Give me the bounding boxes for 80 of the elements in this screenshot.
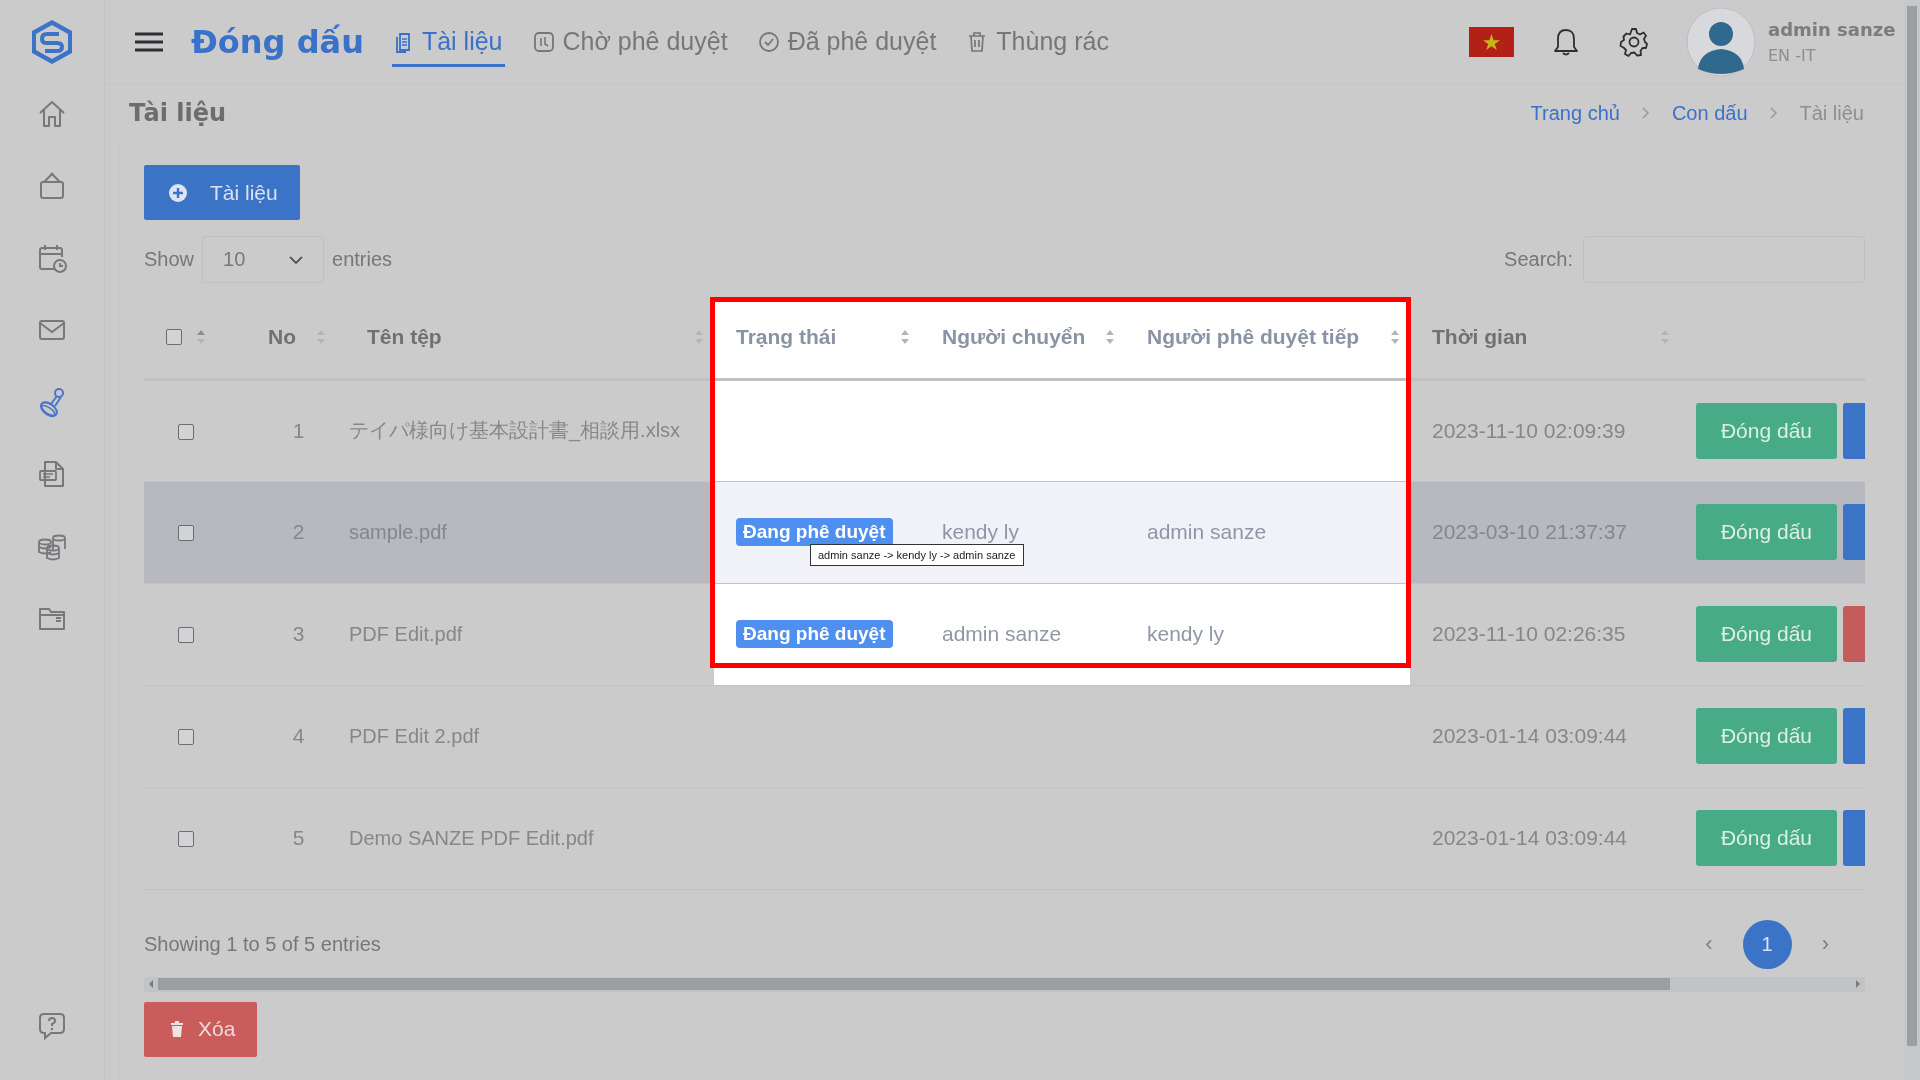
chevron-down-icon: [289, 255, 304, 264]
table-cell: PDF Edit.pdf: [349, 622, 463, 645]
row-checkbox[interactable]: [178, 831, 194, 848]
entries-select[interactable]: 10: [202, 236, 325, 283]
app-title: Đóng dấu: [191, 23, 364, 61]
table-cell: 1: [292, 418, 305, 442]
column-header[interactable]: Trạng thái: [736, 325, 837, 350]
row-checkbox[interactable]: [178, 729, 194, 746]
tooltip: admin sanze -> kendy ly -> admin sanze: [810, 543, 1024, 566]
table-cell: 2023-01-14 03:09:44: [1432, 826, 1627, 849]
table-cell: admin sanze: [942, 622, 1062, 645]
stamp-button[interactable]: Đóng dấu: [1696, 708, 1837, 764]
menu-icon: [135, 31, 163, 53]
stamp-button[interactable]: Đóng dấu: [1696, 810, 1837, 866]
column-header[interactable]: Tên tệp: [367, 325, 442, 350]
row-checkbox[interactable]: [178, 627, 194, 644]
breadcrumb-link[interactable]: Trang chủ: [1530, 101, 1620, 125]
table-cell: Demo SANZE PDF Edit.pdf: [349, 826, 594, 849]
table-cell: 2023-01-14 03:09:44: [1432, 724, 1627, 747]
avatar[interactable]: [1686, 7, 1756, 77]
entries-label: entries: [332, 248, 393, 271]
search-label: Search:: [1504, 248, 1573, 271]
column-header[interactable]: No: [268, 325, 296, 350]
delete-button[interactable]: Xóa: [144, 1001, 258, 1057]
table-cell: admin sanze: [1147, 520, 1267, 543]
status-badge: Đang phê duyệt: [736, 518, 893, 546]
select-all-checkbox[interactable]: [166, 329, 182, 346]
table-cell: テイパ様向け基本設計書_相談用.xlsx: [349, 419, 681, 441]
row-checkbox[interactable]: [178, 423, 194, 440]
action-button[interactable]: [1843, 402, 1865, 459]
nav-tab[interactable]: Tài liệu: [391, 17, 505, 67]
user-name: admin sanze: [1768, 19, 1897, 40]
table-cell: PDF Edit 2.pdf: [349, 724, 480, 747]
plus-circle-icon: [168, 182, 188, 203]
pending-icon: [532, 30, 555, 53]
nav-tab[interactable]: Đã phê duyệt: [755, 17, 939, 67]
previous-page-button[interactable]: ‹: [1699, 931, 1719, 957]
menu-button[interactable]: [135, 31, 163, 53]
help-icon: [36, 1010, 68, 1042]
settings-icon[interactable]: [1618, 26, 1650, 58]
table-cell: 2023-11-10 02:26:35: [1432, 622, 1626, 645]
scroll-left-icon[interactable]: [148, 980, 154, 988]
table-cell: 5: [292, 826, 305, 849]
check-circle-icon: [757, 30, 780, 53]
row-checkbox[interactable]: [178, 525, 194, 542]
vertical-scrollbar[interactable]: [1904, 0, 1920, 1080]
sort-icon[interactable]: [196, 329, 206, 346]
nav-tab[interactable]: Thùng rác: [964, 17, 1111, 67]
table-cell: kendy ly: [1147, 622, 1225, 645]
sort-icon[interactable]: [1105, 329, 1115, 346]
stamp-button[interactable]: Đóng dấu: [1696, 606, 1837, 662]
table-cell: 4: [292, 724, 305, 747]
trash-icon: [170, 1021, 184, 1037]
page-title: Tài liệu: [129, 99, 227, 127]
help-button[interactable]: [36, 1010, 68, 1042]
table-cell: kendy ly: [942, 520, 1020, 543]
column-header[interactable]: Thời gian: [1432, 325, 1528, 350]
nav-tab[interactable]: Chờ phê duyệt: [530, 17, 730, 67]
scroll-right-icon[interactable]: [1855, 980, 1861, 988]
table-cell: 3: [292, 622, 305, 645]
breadcrumb-current: Tài liệu: [1799, 101, 1864, 125]
stamp-button[interactable]: Đóng dấu: [1696, 402, 1837, 459]
table-info: Showing 1 to 5 of 5 entries: [144, 932, 381, 956]
show-label: Show: [144, 248, 195, 271]
chevron-right-icon: [1641, 107, 1650, 119]
chevron-right-icon: [1769, 107, 1778, 119]
calendar-clock-icon: [36, 242, 68, 274]
horizontal-scrollbar[interactable]: [144, 976, 1865, 992]
table-cell: 2023-11-10 02:09:39: [1432, 418, 1626, 442]
sort-icon[interactable]: [900, 329, 910, 346]
page-button[interactable]: 1: [1742, 919, 1792, 969]
add-document-button[interactable]: Tài liệu: [144, 165, 300, 220]
stamp-button[interactable]: Đóng dấu: [1696, 504, 1837, 560]
flag-icon[interactable]: [1469, 27, 1514, 57]
sidebar-item[interactable]: [36, 242, 68, 274]
next-page-button[interactable]: ›: [1815, 931, 1835, 957]
user-role: EN -IT: [1768, 46, 1817, 65]
status-badge: Đang phê duyệt: [736, 620, 893, 648]
sort-icon[interactable]: [1390, 329, 1400, 346]
breadcrumb-link[interactable]: Con dấu: [1671, 101, 1748, 125]
